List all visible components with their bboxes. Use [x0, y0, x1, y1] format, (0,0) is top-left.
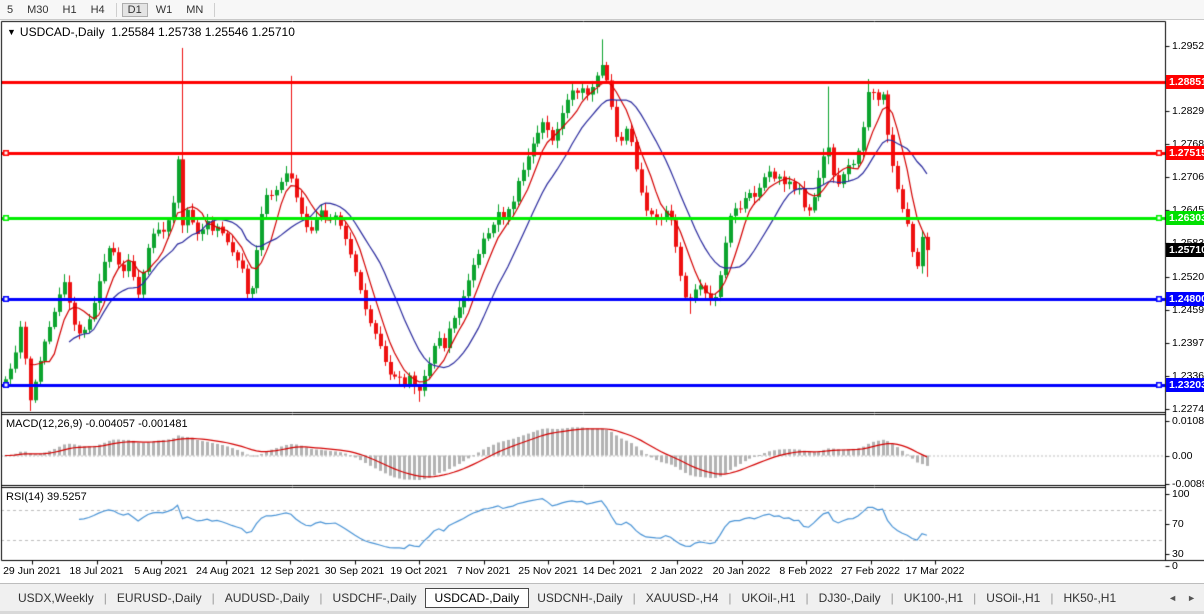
tab-usdcad-daily[interactable]: USDCAD-,Daily	[424, 587, 530, 608]
tab-usdx-weekly[interactable]: USDX,Weekly	[10, 588, 102, 608]
date-axis-label: 17 Mar 2022	[905, 565, 965, 577]
date-axis-label: 5 Aug 2021	[134, 565, 188, 577]
tab-separator: |	[890, 590, 894, 605]
date-axis-label: 2 Jan 2022	[651, 565, 703, 577]
tab-uk100-h1[interactable]: UK100-,H1	[896, 588, 971, 608]
price-axis-tick: 1.27065	[1172, 171, 1204, 184]
price-badge: 1.23203	[1166, 377, 1204, 392]
rsi-axis-tick: 30	[1172, 548, 1184, 560]
tab-separator: |	[805, 590, 809, 605]
date-axis-label: 18 Jul 2021	[69, 565, 124, 577]
price-axis-tick: 1.25205	[1172, 271, 1204, 284]
timeframe-toolbar: 5 M30 H1 H4 D1 W1 MN	[0, 0, 1204, 20]
timeframe-button-h1[interactable]: H1	[57, 3, 83, 17]
rsi-axis-tick: 0	[1172, 560, 1178, 572]
date-axis-label: 19 Oct 2021	[390, 565, 448, 577]
price-badge: 1.24800	[1166, 291, 1204, 306]
timeframe-button-w1[interactable]: W1	[150, 3, 179, 17]
tab-scroll-right-icon[interactable]: ►	[1187, 593, 1196, 603]
tab-audusd-daily[interactable]: AUDUSD-,Daily	[217, 588, 318, 608]
tab-usoil-h1[interactable]: USOil-,H1	[978, 588, 1048, 608]
tab-hk50-h1[interactable]: HK50-,H1	[1055, 588, 1124, 608]
rsi-axis-tick: 70	[1172, 518, 1184, 530]
toolbar-separator	[115, 2, 117, 17]
tab-usdcnh-daily[interactable]: USDCNH-,Daily	[529, 588, 630, 608]
tab-separator: |	[319, 590, 323, 605]
toolbar-separator	[214, 2, 216, 17]
chart-window: ▼ USDCAD-,Daily 1.25584 1.25738 1.25546 1…	[0, 20, 1204, 580]
tab-separator: |	[632, 590, 636, 605]
price-axis-tick: 1.28295	[1172, 105, 1204, 118]
price-axis-tick: 1.29525	[1172, 39, 1204, 52]
tab-separator: |	[973, 590, 977, 605]
tab-usdchf-daily[interactable]: USDCHF-,Daily	[325, 588, 425, 608]
timeframe-button-d1[interactable]: D1	[121, 2, 148, 17]
date-axis-label: 8 Feb 2022	[779, 565, 833, 577]
price-badge: 1.28851	[1166, 74, 1204, 89]
price-axis-tick: 1.23975	[1172, 337, 1204, 350]
chart-tab-bar: USDX,Weekly | EURUSD-,Daily | AUDUSD-,Daily |…	[0, 583, 1204, 611]
date-axis-label: 29 Jun 2021	[3, 565, 61, 577]
price-badge: 1.27515	[1166, 146, 1204, 161]
price-badge: 1.25710	[1166, 243, 1204, 258]
price-badge: 1.26303	[1166, 211, 1204, 226]
date-axis-label: 20 Jan 2022	[712, 565, 771, 577]
date-axis-label: 12 Sep 2021	[260, 565, 320, 577]
timeframe-button-5[interactable]: 5	[1, 3, 19, 17]
tab-dj30-daily[interactable]: DJ30-,Daily	[811, 588, 889, 608]
timeframe-button-mn[interactable]: MN	[180, 3, 209, 17]
tab-separator: |	[728, 590, 732, 605]
tab-scroll-arrows: ◄ ►	[1168, 593, 1196, 603]
price-axis-tick: 1.22745	[1172, 403, 1204, 416]
date-axis-label: 27 Feb 2022	[841, 565, 900, 577]
tab-eurusd-daily[interactable]: EURUSD-,Daily	[109, 588, 210, 608]
tab-separator: |	[103, 590, 107, 605]
chart-plot-area[interactable]	[1, 21, 1165, 561]
tab-ukoil-h1[interactable]: UKOil-,H1	[734, 588, 804, 608]
date-axis-label: 24 Aug 2021	[196, 565, 255, 577]
date-axis-label: 7 Nov 2021	[456, 565, 511, 577]
tab-separator: |	[1050, 590, 1054, 605]
macd-axis-tick: 0.00	[1172, 449, 1193, 462]
rsi-axis-tick: 100	[1172, 488, 1190, 500]
date-axis-label: 14 Dec 2021	[582, 565, 643, 577]
price-axis-tick: 1.24590	[1172, 304, 1204, 317]
tab-scroll-left-icon[interactable]: ◄	[1168, 593, 1177, 603]
date-axis-label: 30 Sep 2021	[324, 565, 385, 577]
mt4-application: 5 M30 H1 H4 D1 W1 MN ▼ USDCAD-,Daily 1.25584 1.…	[0, 0, 1204, 614]
date-axis-label: 25 Nov 2021	[518, 565, 578, 577]
tab-separator: |	[211, 590, 215, 605]
tab-xauusd-h4[interactable]: XAUUSD-,H4	[638, 588, 727, 608]
timeframe-button-h4[interactable]: H4	[85, 3, 111, 17]
timeframe-button-m30[interactable]: M30	[21, 3, 54, 17]
macd-axis-tick: 0.010869	[1172, 414, 1204, 427]
